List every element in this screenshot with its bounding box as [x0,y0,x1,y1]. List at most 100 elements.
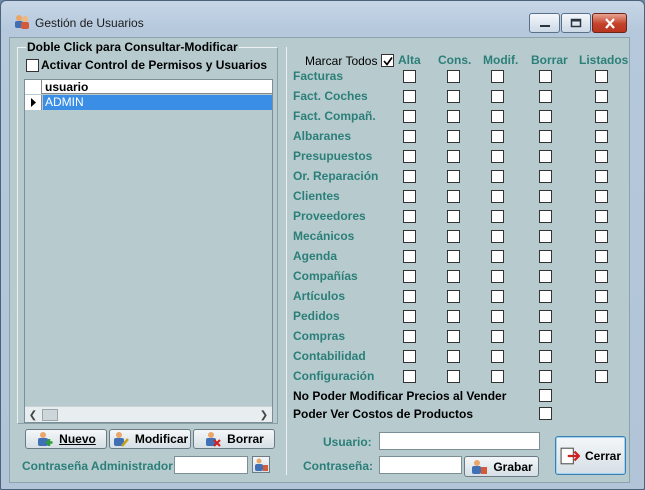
perm-checkbox[interactable] [403,370,416,383]
perm-checkbox[interactable] [403,350,416,363]
perm-checkbox[interactable] [491,310,504,323]
perm-checkbox[interactable] [595,70,608,83]
users-grid[interactable]: usuario ADMIN ❮ ❯ [24,79,273,423]
perm-checkbox[interactable] [595,210,608,223]
perm-checkbox[interactable] [539,230,552,243]
perm-checkbox[interactable] [403,270,416,283]
perm-checkbox[interactable] [595,290,608,303]
admin-password-input[interactable] [174,456,248,474]
perm-checkbox[interactable] [491,350,504,363]
perm-checkbox[interactable] [491,330,504,343]
perm-checkbox[interactable] [447,370,460,383]
perm-checkbox[interactable] [491,270,504,283]
perm-checkbox[interactable] [539,290,552,303]
perm-checkbox[interactable] [595,230,608,243]
perm-checkbox[interactable] [491,110,504,123]
perm-checkbox[interactable] [447,350,460,363]
marcar-todos-checkbox[interactable] [381,54,394,67]
perm-checkbox[interactable] [595,190,608,203]
perm-checkbox[interactable] [403,330,416,343]
perm-checkbox[interactable] [403,310,416,323]
minimize-button[interactable] [529,13,560,33]
perm-checkbox[interactable] [595,130,608,143]
perm-checkbox[interactable] [447,210,460,223]
perm-checkbox[interactable] [403,70,416,83]
perm-checkbox[interactable] [491,130,504,143]
perm-checkbox[interactable] [539,250,552,263]
perm-checkbox[interactable] [539,190,552,203]
borrar-button[interactable]: Borrar [193,429,275,449]
perm-checkbox[interactable] [491,370,504,383]
perm-checkbox[interactable] [447,170,460,183]
perm-checkbox[interactable] [491,250,504,263]
nuevo-button[interactable]: Nuevo [25,429,107,449]
perm-checkbox[interactable] [491,170,504,183]
perm-checkbox[interactable] [447,90,460,103]
perm-checkbox[interactable] [447,70,460,83]
perm-checkbox[interactable] [403,150,416,163]
perm-checkbox[interactable] [539,210,552,223]
perm-checkbox[interactable] [447,250,460,263]
scroll-right-icon[interactable]: ❯ [256,407,272,423]
perm-checkbox[interactable] [539,150,552,163]
modificar-button[interactable]: Modificar [109,429,191,449]
perm-checkbox[interactable] [539,170,552,183]
no-modificar-precios-checkbox[interactable] [539,389,552,402]
table-row[interactable]: ADMIN [25,95,272,110]
perm-checkbox[interactable] [595,270,608,283]
perm-checkbox[interactable] [447,290,460,303]
horizontal-scrollbar[interactable]: ❮ ❯ [25,406,272,422]
perm-checkbox[interactable] [491,230,504,243]
usuario-input[interactable] [379,432,540,450]
activar-control-checkbox[interactable] [26,59,39,72]
perm-checkbox[interactable] [595,150,608,163]
perm-checkbox[interactable] [447,310,460,323]
perm-checkbox[interactable] [595,330,608,343]
perm-checkbox[interactable] [491,90,504,103]
grabar-button[interactable]: Grabar [464,456,539,477]
perm-checkbox[interactable] [403,110,416,123]
perm-checkbox[interactable] [403,90,416,103]
perm-checkbox[interactable] [403,170,416,183]
perm-checkbox[interactable] [447,110,460,123]
perm-checkbox[interactable] [539,90,552,103]
admin-password-button[interactable] [252,456,270,473]
ver-costos-checkbox[interactable] [539,407,552,420]
perm-checkbox[interactable] [595,170,608,183]
title-bar[interactable]: Gestión de Usuarios [1,1,644,37]
perm-checkbox[interactable] [403,190,416,203]
perm-checkbox[interactable] [595,370,608,383]
perm-checkbox[interactable] [595,350,608,363]
perm-checkbox[interactable] [447,230,460,243]
perm-checkbox[interactable] [539,130,552,143]
perm-checkbox[interactable] [491,290,504,303]
perm-checkbox[interactable] [491,150,504,163]
perm-checkbox[interactable] [539,110,552,123]
perm-checkbox[interactable] [447,190,460,203]
perm-checkbox[interactable] [447,330,460,343]
perm-checkbox[interactable] [491,190,504,203]
perm-checkbox[interactable] [491,70,504,83]
perm-checkbox[interactable] [539,70,552,83]
perm-checkbox[interactable] [539,350,552,363]
contrasena-input[interactable] [379,456,462,474]
perm-checkbox[interactable] [447,150,460,163]
maximize-button[interactable] [561,13,591,33]
perm-checkbox[interactable] [403,210,416,223]
perm-checkbox[interactable] [447,130,460,143]
perm-checkbox[interactable] [595,250,608,263]
perm-checkbox[interactable] [539,270,552,283]
close-button[interactable] [592,13,627,33]
perm-checkbox[interactable] [595,310,608,323]
perm-checkbox[interactable] [403,250,416,263]
cerrar-button[interactable]: Cerrar [555,436,626,475]
grid-cell-usuario[interactable]: ADMIN [43,95,272,110]
perm-checkbox[interactable] [403,290,416,303]
perm-checkbox[interactable] [491,210,504,223]
perm-checkbox[interactable] [403,130,416,143]
perm-checkbox[interactable] [539,310,552,323]
perm-checkbox[interactable] [539,370,552,383]
perm-checkbox[interactable] [447,270,460,283]
scroll-thumb[interactable] [42,409,58,421]
perm-checkbox[interactable] [595,110,608,123]
